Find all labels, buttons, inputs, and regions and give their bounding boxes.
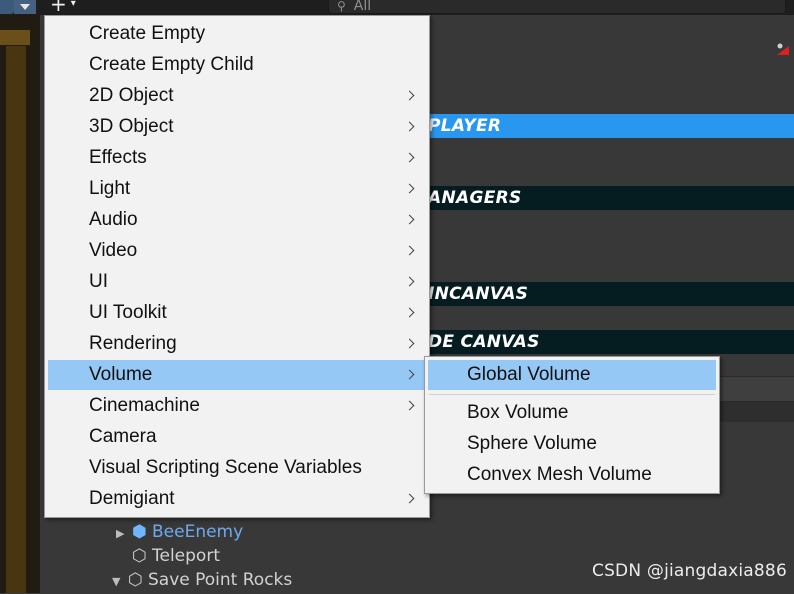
gameobject-cube-icon: ⬡ [128,570,143,590]
hierarchy-row-main-canvas[interactable]: INCANVAS [410,282,794,306]
menu-item-label: UI Toolkit [89,302,167,323]
search-icon: ⚲ [337,0,346,13]
hierarchy-search-input[interactable]: ⚲ All [328,0,786,14]
hierarchy-row-managers[interactable]: ANAGERS [410,186,794,210]
menu-item-light[interactable]: Light [48,174,426,204]
create-button[interactable]: + ▾ [44,0,98,16]
tree-item-teleport[interactable]: ⬡ Teleport [132,544,220,568]
chevron-right-icon [406,298,416,328]
menu-item-label: Volume [89,364,153,385]
chevron-right-icon [406,81,416,111]
tree-item-label: Save Point Rocks [148,570,293,590]
menu-item-ui[interactable]: UI [48,267,426,297]
menu-item-ui-toolkit[interactable]: UI Toolkit [48,298,426,328]
menu-item-create-empty-child[interactable]: Create Empty Child [48,50,426,80]
chevron-right-icon [406,391,416,421]
tree-item-bee-enemy[interactable]: ▶ ⬢ BeeEnemy [116,520,243,544]
menu-item-audio[interactable]: Audio [48,205,426,235]
submenu-item-convex-mesh-volume[interactable]: Convex Mesh Volume [428,460,716,490]
menu-item-label: Light [89,178,131,199]
menu-item-video[interactable]: Video [48,236,426,266]
scene-modified-icon[interactable] [776,42,790,56]
tool-dropdown-button[interactable] [14,0,36,14]
submenu-item-box-volume[interactable]: Box Volume [428,398,716,428]
watermark: CSDN @jiangdaxia886 [592,561,787,581]
submenu-item-sphere-volume[interactable]: Sphere Volume [428,429,716,459]
menu-item-label: 3D Object [89,116,174,137]
menu-item-volume[interactable]: Volume [48,360,426,390]
menu-item-label: Visual Scripting Scene Variables [89,457,362,478]
hierarchy-separator [720,402,794,422]
submenu-item-global-volume[interactable]: Global Volume [428,360,716,390]
tree-item-save-point-rocks[interactable]: ▼ ⬡ Save Point Rocks [112,568,292,592]
menu-item-label: Box Volume [467,402,569,423]
chevron-right-icon [406,267,416,297]
hierarchy-row-player[interactable]: PLAYER [410,114,794,138]
chevron-right-icon [406,112,416,142]
menu-item-label: Create Empty Child [89,54,254,75]
search-placeholder: All [353,0,372,14]
collapse-arrow-icon[interactable]: ▼ [112,570,128,594]
menu-item-label: Convex Mesh Volume [467,464,652,485]
menu-item-label: Create Empty [89,23,206,44]
chevron-right-icon [406,360,416,390]
menu-item-label: UI [89,271,108,292]
menu-item-label: Camera [89,426,157,447]
scene-view-content [6,46,26,593]
chevron-right-icon [406,174,416,204]
chevron-right-icon [406,484,416,514]
row-label: DE CANVAS [428,332,540,352]
menu-item-effects[interactable]: Effects [48,143,426,173]
menu-item-label: Sphere Volume [467,433,597,454]
plus-icon: + [50,0,67,16]
row-label: PLAYER [428,116,502,136]
menu-item-label: Cinemachine [89,395,200,416]
chevron-right-icon [406,205,416,235]
menu-item-visual-scripting-scene-variables[interactable]: Visual Scripting Scene Variables [48,453,426,483]
volume-submenu: Global Volume Box Volume Sphere Volume C… [424,356,720,494]
tree-item-label: Teleport [152,546,220,566]
menu-item-rendering[interactable]: Rendering [48,329,426,359]
menu-item-cinemachine[interactable]: Cinemachine [48,391,426,421]
menu-item-3d-object[interactable]: 3D Object [48,112,426,142]
menu-item-demigiant[interactable]: Demigiant [48,484,426,514]
menu-item-label: Rendering [89,333,177,354]
gameobject-cube-icon: ⬡ [132,546,147,566]
menu-item-label: 2D Object [89,85,174,106]
menu-item-2d-object[interactable]: 2D Object [48,81,426,111]
row-label: ANAGERS [428,188,522,208]
menu-divider [429,394,715,395]
menu-item-label: Global Volume [467,364,591,385]
menu-item-label: Video [89,240,138,261]
create-context-menu: Create Empty Create Empty Child 2D Objec… [44,15,430,518]
chevron-right-icon [406,143,416,173]
chevron-right-icon [406,329,416,359]
tree-item-label: BeeEnemy [152,522,244,542]
menu-item-label: Audio [89,209,138,230]
scene-tool-icon[interactable] [0,0,14,14]
menu-item-label: Demigiant [89,488,175,509]
expand-arrow-icon[interactable]: ▶ [116,522,132,546]
hierarchy-row[interactable] [720,376,794,402]
menu-item-label: Effects [89,147,147,168]
row-label: INCANVAS [428,284,529,304]
hierarchy-row-de-canvas[interactable]: DE CANVAS [410,330,794,354]
scene-view-edge [0,30,30,45]
menu-item-camera[interactable]: Camera [48,422,426,452]
chevron-right-icon [406,236,416,266]
caret-down-icon: ▾ [70,0,76,9]
prefab-cube-icon: ⬢ [132,522,147,542]
menu-item-create-empty[interactable]: Create Empty [48,19,426,49]
